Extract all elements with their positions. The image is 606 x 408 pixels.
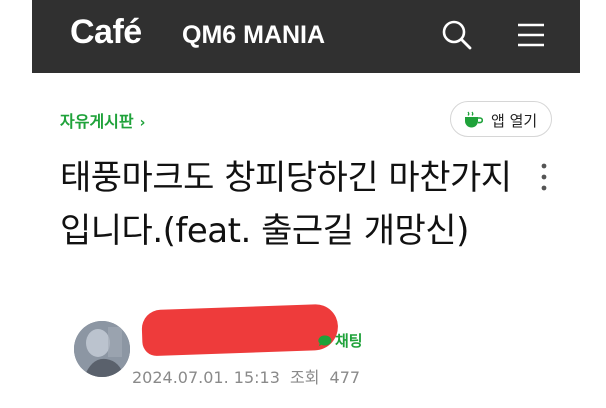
open-app-button[interactable]: 앱 열기	[450, 101, 552, 137]
chevron-right-icon: ›	[139, 115, 146, 131]
board-link[interactable]: 자유게시판 ›	[60, 108, 145, 132]
top-bar: Café QM6 MANIA	[32, 0, 580, 73]
menu-button[interactable]	[516, 20, 546, 50]
chat-button[interactable]: 채팅	[318, 330, 363, 351]
board-name: 자유게시판	[60, 112, 134, 131]
avatar-image	[74, 321, 130, 377]
post-date: 2024.07.01. 15:13	[132, 368, 280, 387]
cup-icon	[465, 111, 483, 128]
chat-bubble-icon	[318, 335, 332, 347]
post-meta: 2024.07.01. 15:13 조회 477	[132, 364, 365, 388]
redacted-author-name	[141, 303, 339, 357]
open-app-label: 앱 열기	[491, 112, 538, 130]
cafe-name[interactable]: QM6 MANIA	[182, 21, 325, 50]
chat-label: 채팅	[335, 332, 363, 350]
post-title: 태풍마크도 창피당하긴 마찬가지입니다.(feat. 출근길 개망신)	[60, 158, 512, 251]
more-vertical-icon	[541, 163, 547, 191]
cafe-logo[interactable]: Café	[70, 13, 142, 52]
hamburger-menu-icon	[518, 23, 544, 47]
search-button[interactable]	[440, 18, 474, 52]
search-icon	[442, 20, 472, 50]
more-options-button[interactable]	[537, 160, 551, 196]
author-avatar[interactable]	[74, 321, 130, 377]
views-label: 조회	[289, 368, 320, 387]
cafe-post-screen: Café QM6 MANIA 자유게시판 › 앱 열기 태풍마크도 창피당하긴 마…	[32, 0, 580, 408]
views-count: 477	[329, 368, 361, 387]
